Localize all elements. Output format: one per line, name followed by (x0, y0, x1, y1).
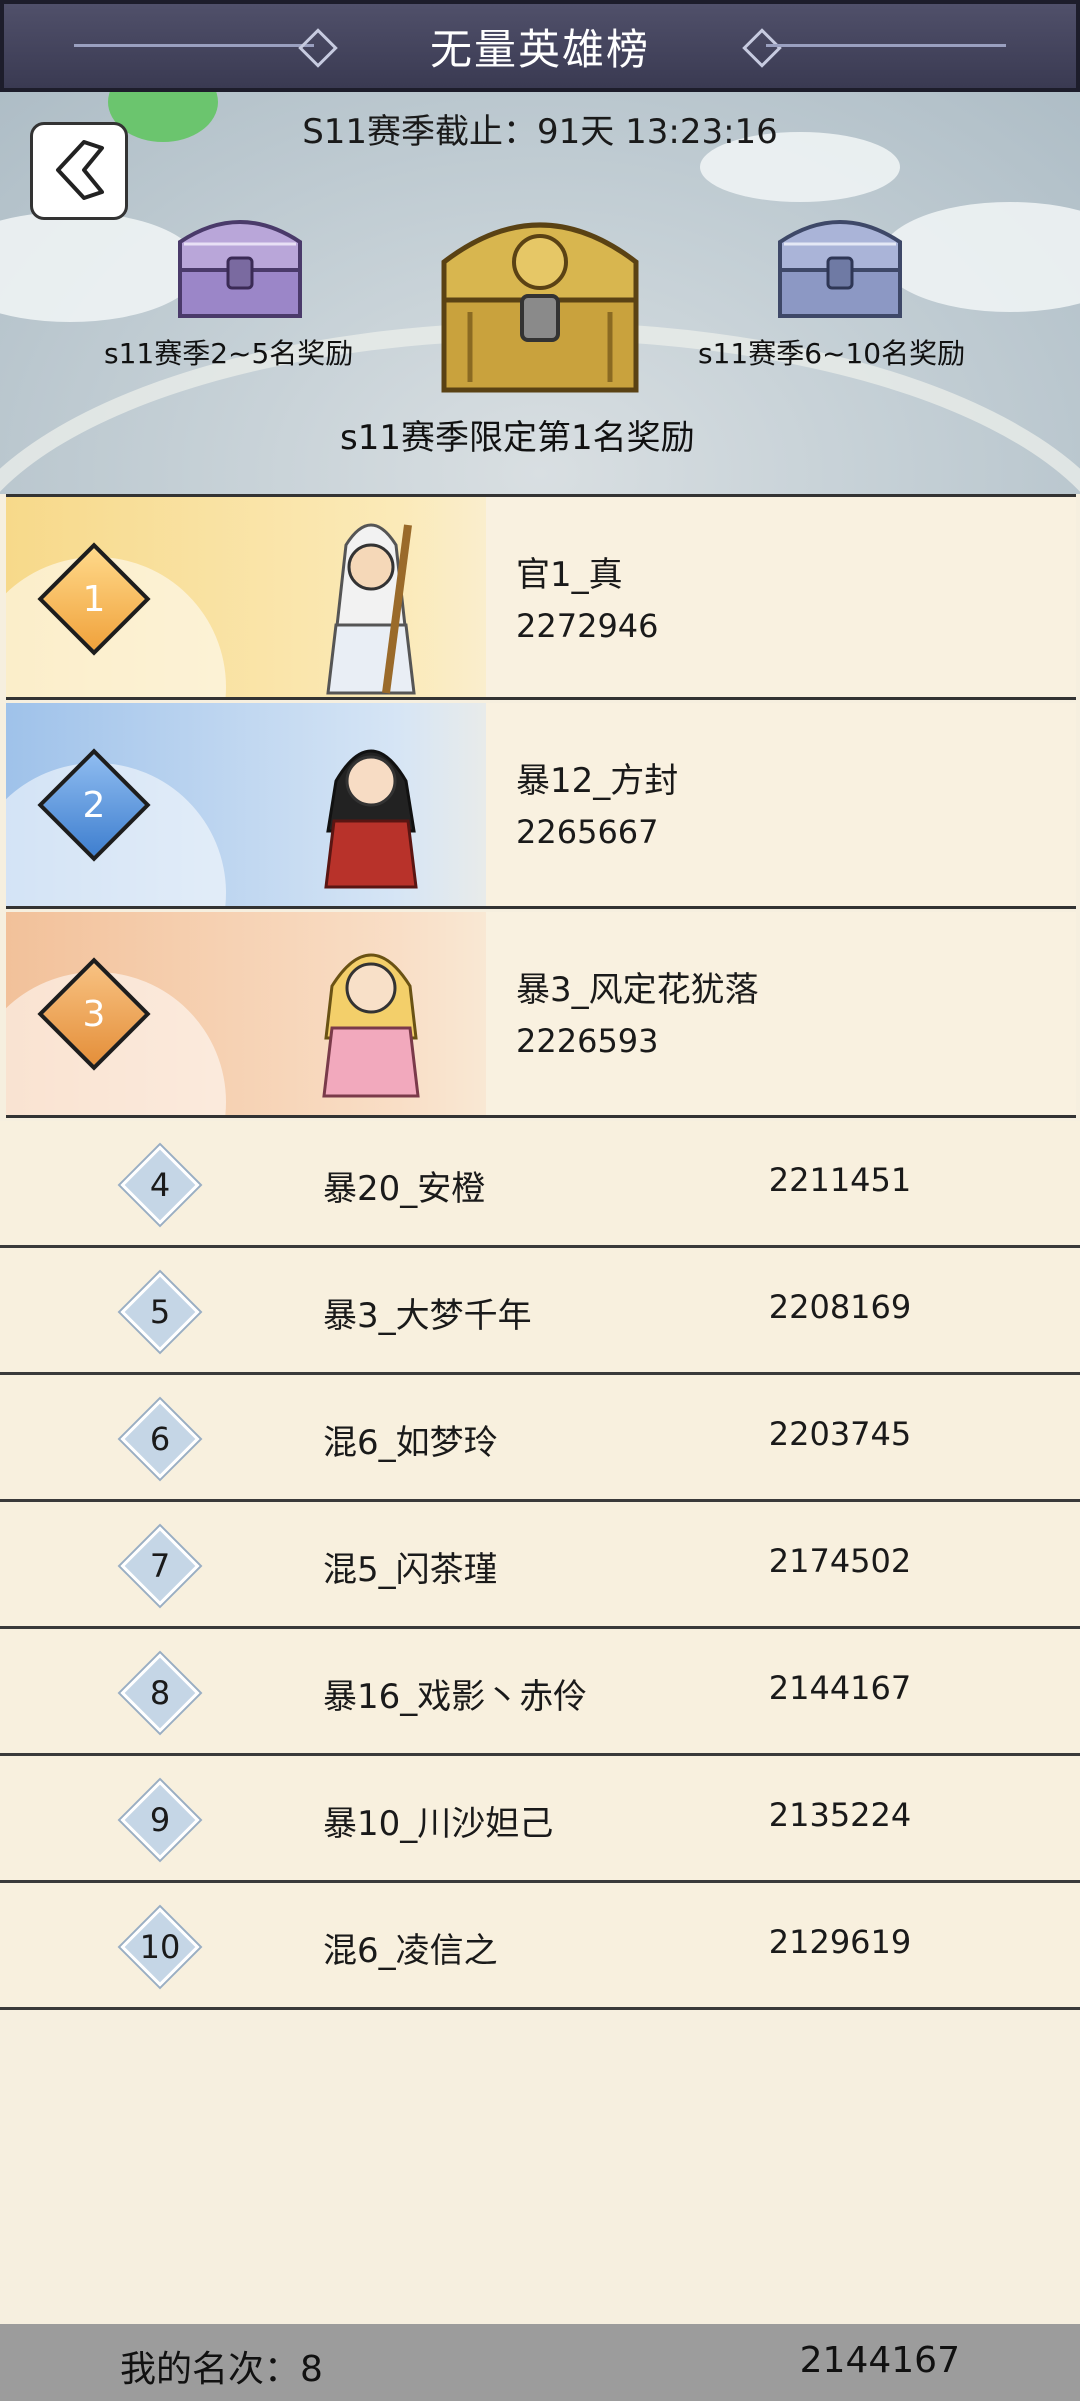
rank-number: 6 (149, 1420, 171, 1458)
rank-number: 9 (149, 1801, 171, 1839)
player-name: 暴3_风定花犹落 (516, 970, 759, 1010)
player-name: 暴3_大梦千年 (323, 1296, 532, 1336)
rank-number: 2 (82, 784, 106, 826)
player-avatar (326, 523, 416, 695)
player-score: 2174502 (768, 1542, 912, 1580)
chest-icon (441, 222, 639, 393)
player-name: 暴10_川沙妲己 (323, 1804, 554, 1844)
chest-icon (178, 220, 302, 318)
my-rank-label: 我的名次：8 (120, 2349, 323, 2390)
player-score: 2203745 (768, 1415, 912, 1453)
title-knot-left (298, 28, 338, 68)
leaderboard-row[interactable]: 5 暴3_大梦千年 2208169 (0, 1248, 1080, 1375)
rewards-header: S11赛季截止：91天 13:23:16 s11赛季2~5名奖励 s11赛季限定… (0, 92, 1080, 494)
player-name: 暴12_方封 (516, 761, 679, 801)
leaderboard-screen: 无量英雄榜 S11赛季截止：91天 13:23:16 s11赛季2~5名奖励 s… (0, 0, 1080, 2401)
season-deadline: S11赛季截止：91天 13:23:16 (302, 112, 778, 152)
reward-label-1st: s11赛季限定第1名奖励 (340, 418, 695, 458)
title-bar: 无量英雄榜 (0, 0, 1080, 92)
player-score: 2129619 (768, 1923, 912, 1961)
player-name: 混6_凌信之 (323, 1931, 498, 1971)
reward-label-6-10: s11赛季6~10名奖励 (698, 337, 966, 370)
player-score: 2208169 (768, 1288, 912, 1326)
back-button[interactable] (30, 122, 128, 220)
rank-number: 1 (82, 578, 106, 620)
player-name: 暴20_安橙 (323, 1169, 486, 1209)
player-name: 混5_闪茶瑾 (323, 1550, 498, 1590)
player-score: 2265667 (516, 813, 659, 851)
player-score: 2135224 (768, 1796, 912, 1834)
back-arrow-icon (56, 140, 104, 200)
leaderboard-row[interactable]: 9 暴10_川沙妲己 2135224 (0, 1756, 1080, 1883)
rank-number: 7 (149, 1547, 171, 1585)
chest-icon (778, 220, 902, 318)
leaderboard-top-row-3[interactable]: 3 暴3_风定花犹落 2226593 (6, 912, 1076, 1118)
row-background (486, 703, 1076, 906)
leaderboard-row[interactable]: 6 混6_如梦玲 2203745 (0, 1375, 1080, 1502)
my-rank-score: 2144167 (799, 2340, 960, 2381)
rank-number: 10 (139, 1928, 181, 1966)
title-ornament-right (766, 44, 1006, 47)
leaderboard-top-row-2[interactable]: 2 暴12_方封 2265667 (6, 703, 1076, 909)
rank-number: 4 (149, 1166, 171, 1204)
player-score: 2211451 (768, 1161, 912, 1199)
player-name: 官1_真 (516, 555, 623, 595)
reward-chest-1st[interactable] (430, 192, 650, 406)
leaderboard-row[interactable]: 4 暴20_安橙 2211451 (0, 1121, 1080, 1248)
player-avatar (322, 953, 420, 1098)
row-background (486, 912, 1076, 1115)
leaderboard-row[interactable]: 7 混5_闪茶瑾 2174502 (0, 1502, 1080, 1629)
reward-chest-6-10[interactable] (770, 202, 910, 326)
reward-chest-2-5[interactable] (170, 202, 310, 326)
player-name: 暴16_戏影丶赤伶 (323, 1677, 588, 1717)
player-score: 2272946 (516, 607, 659, 645)
title-ornament-left (74, 44, 314, 47)
player-score: 2226593 (516, 1022, 659, 1060)
page-title: 无量英雄榜 (429, 24, 650, 74)
player-name: 混6_如梦玲 (323, 1423, 498, 1463)
reward-label-2-5: s11赛季2~5名奖励 (104, 337, 354, 370)
leaderboard-top-row-1[interactable]: 1 官1_真 2272946 (6, 494, 1076, 700)
leaderboard-row[interactable]: 10 混6_凌信之 2129619 (0, 1883, 1080, 2010)
player-avatar (324, 749, 418, 889)
cloud-decoration (880, 202, 1080, 312)
player-score: 2144167 (768, 1669, 912, 1707)
rank-number: 3 (82, 993, 106, 1035)
rank-number: 8 (149, 1674, 171, 1712)
row-background (486, 497, 1076, 697)
rank-number: 5 (149, 1293, 171, 1331)
leaderboard-row[interactable]: 8 暴16_戏影丶赤伶 2144167 (0, 1629, 1080, 1756)
my-rank-bar: 我的名次：8 2144167 (0, 2324, 1080, 2401)
title-knot-right (742, 28, 782, 68)
